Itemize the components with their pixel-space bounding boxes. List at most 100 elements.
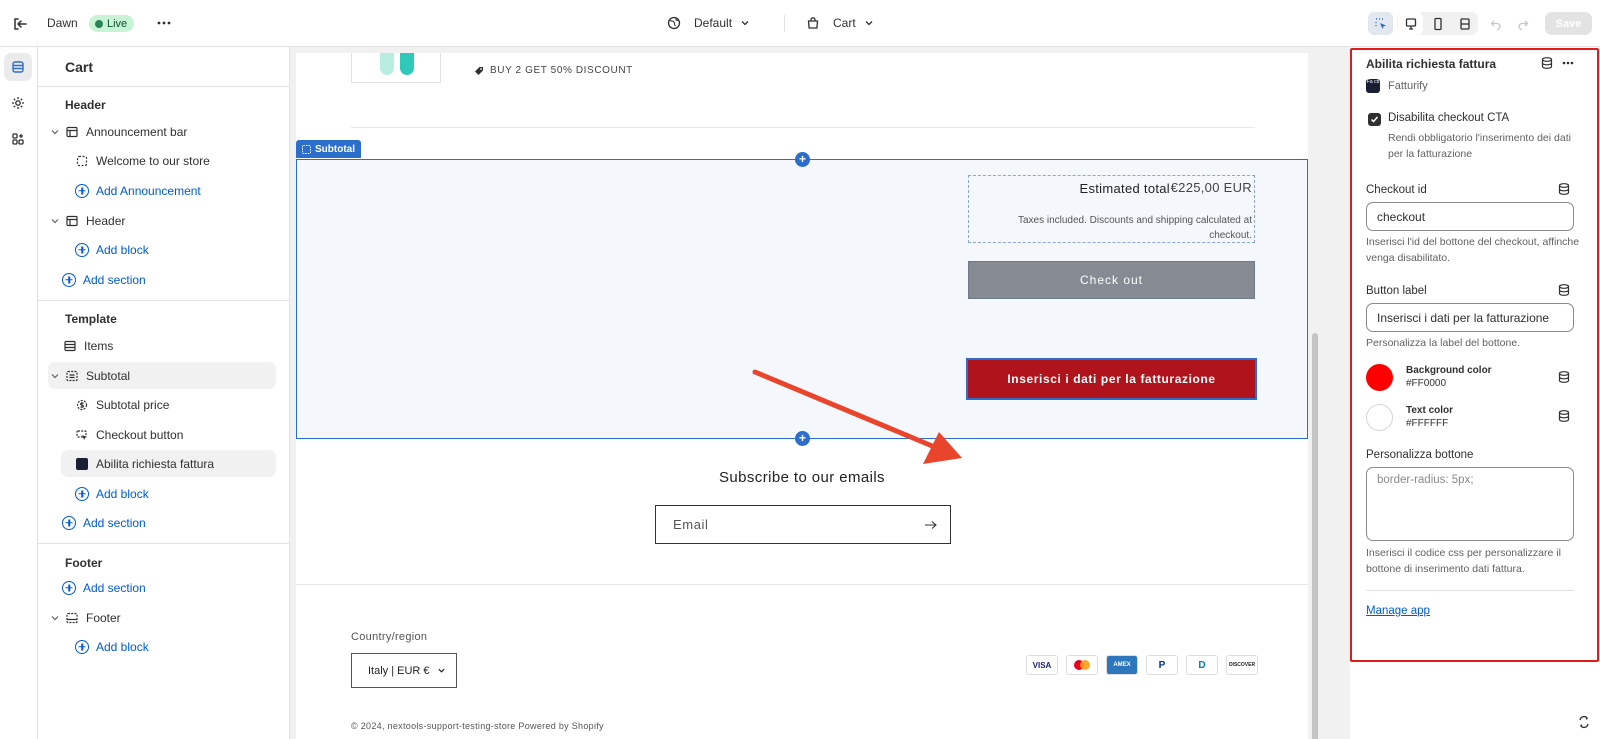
- dynamic-source-icon[interactable]: [1557, 370, 1571, 384]
- chevron-down-icon: [741, 21, 749, 26]
- exit-icon[interactable]: [10, 14, 30, 34]
- live-badge: Live: [89, 15, 135, 32]
- chevron-down-icon[interactable]: [48, 613, 62, 623]
- more-actions-icon[interactable]: [1561, 56, 1575, 70]
- subtotal-section[interactable]: Estimated total €225,00 EUR Taxes includ…: [296, 159, 1308, 464]
- footer-section-icon: [64, 610, 80, 626]
- divider: [296, 584, 1308, 585]
- section-announcement-bar[interactable]: Announcement bar: [48, 118, 276, 145]
- bag-icon: [807, 17, 819, 29]
- add-section-button[interactable]: Add section: [61, 574, 276, 601]
- manage-app-link[interactable]: Manage app: [1366, 605, 1430, 617]
- redo-icon[interactable]: [1510, 12, 1535, 35]
- scrollbar-thumb[interactable]: [1312, 333, 1318, 739]
- divider: [351, 127, 1255, 128]
- checkmark-icon: [1370, 116, 1379, 123]
- discount-label: BUY 2 GET 50% DISCOUNT: [474, 65, 633, 76]
- sections-sidebar: Cart Header Announcement bar Welcome to …: [38, 47, 290, 739]
- section-tag-subtotal[interactable]: Subtotal: [296, 140, 361, 158]
- ai-assist-icon[interactable]: [1576, 714, 1592, 730]
- section-footer[interactable]: Footer: [48, 604, 276, 631]
- sidebar-title: Cart: [65, 59, 94, 75]
- block-welcome[interactable]: Welcome to our store: [74, 147, 276, 174]
- desktop-icon[interactable]: [1398, 12, 1423, 35]
- chevron-down-icon[interactable]: [48, 216, 62, 226]
- section-header[interactable]: Header: [48, 207, 276, 234]
- checkout-id-help: Inserisci l'id del bottone del checkout,…: [1366, 236, 1580, 264]
- chevron-down-icon[interactable]: [48, 127, 62, 137]
- section-items[interactable]: Items: [62, 332, 276, 359]
- section-icon: [302, 144, 311, 154]
- settings-gear-icon[interactable]: [4, 89, 32, 117]
- add-section-dot-icon[interactable]: +: [795, 431, 810, 446]
- custom-css-label: Personalizza bottone: [1366, 449, 1474, 461]
- view-mode-selector[interactable]: Default: [667, 13, 750, 33]
- save-button[interactable]: Save: [1545, 12, 1592, 35]
- plus-circle-icon: [75, 639, 89, 654]
- settings-divider: [1366, 590, 1574, 591]
- product-image[interactable]: [351, 53, 441, 83]
- country-select[interactable]: Italy | EUR €: [351, 653, 457, 688]
- group-footer-label: Footer: [65, 556, 103, 570]
- dynamic-source-icon[interactable]: [1557, 182, 1571, 196]
- subscribe-title: Subscribe to our emails: [719, 469, 885, 486]
- discover-icon: DISCOVER: [1226, 655, 1258, 675]
- custom-css-help: Inserisci il codice css per personalizza…: [1366, 547, 1561, 575]
- mastercard-icon: [1066, 655, 1098, 675]
- inspector-icon[interactable]: [1368, 12, 1393, 35]
- estimated-total-label: Estimated total: [1079, 181, 1170, 196]
- top-bar: Dawn Live Default Cart Save: [0, 0, 1600, 47]
- estimated-total-value: €225,00 EUR: [1170, 180, 1252, 195]
- paypal-icon: P: [1146, 655, 1178, 675]
- block-subtotal-price[interactable]: Subtotal price: [74, 391, 276, 418]
- apps-icon[interactable]: [4, 125, 32, 153]
- custom-css-textarea[interactable]: border-radius: 5px;: [1366, 467, 1574, 541]
- checkout-id-label: Checkout id: [1366, 184, 1427, 196]
- store-preview: BUY 2 GET 50% DISCOUNT Subtotal Estimate…: [290, 47, 1332, 739]
- dynamic-source-icon[interactable]: [1557, 409, 1571, 423]
- payment-icons: VISA AMEX P D DISCOVER: [1026, 655, 1258, 675]
- add-block-button[interactable]: Add block: [74, 480, 276, 507]
- checkout-id-input[interactable]: checkout: [1366, 202, 1574, 231]
- dynamic-source-icon[interactable]: [1540, 56, 1554, 70]
- section-subtotal[interactable]: Subtotal: [48, 362, 276, 389]
- theme-name: Dawn: [47, 16, 78, 30]
- add-announcement-button[interactable]: Add Announcement: [74, 177, 276, 204]
- preview-scrollbar[interactable]: [1309, 53, 1321, 739]
- totals-block[interactable]: Estimated total €225,00 EUR Taxes includ…: [968, 175, 1255, 243]
- text-color-swatch[interactable]: [1366, 404, 1393, 431]
- device-switcher: [1397, 12, 1478, 35]
- annotation-arrow: [752, 369, 962, 464]
- layout-section-icon: [64, 213, 80, 229]
- button-label-input[interactable]: Inserisci i dati per la fatturazione: [1366, 303, 1574, 332]
- undo-icon[interactable]: [1483, 12, 1508, 35]
- app-name: Fatturify: [1388, 80, 1428, 92]
- mobile-icon[interactable]: [1425, 12, 1450, 35]
- add-section-button[interactable]: Add section: [61, 509, 276, 536]
- sidebar-divider: [38, 86, 290, 87]
- template-selector[interactable]: Cart: [806, 13, 874, 33]
- text-color-label: Text color: [1406, 405, 1454, 416]
- chevron-down-icon[interactable]: [48, 371, 62, 381]
- disable-checkout-checkbox[interactable]: [1368, 113, 1381, 126]
- add-section-button[interactable]: Add section: [61, 266, 276, 293]
- add-block-button[interactable]: Add block: [74, 236, 276, 263]
- sidebar-divider: [38, 543, 290, 544]
- block-checkout-button[interactable]: Checkout button: [74, 421, 276, 448]
- more-actions-icon[interactable]: [155, 14, 173, 32]
- toolbar-tools: [1368, 12, 1393, 35]
- checkout-button[interactable]: Check out: [968, 261, 1255, 299]
- fatturify-app-icon: [74, 456, 90, 472]
- invoice-button[interactable]: Inserisci i dati per la fatturazione: [966, 358, 1257, 400]
- plus-circle-icon: [62, 515, 76, 530]
- add-block-button[interactable]: Add block: [74, 633, 276, 660]
- add-section-dot-icon[interactable]: +: [795, 152, 810, 167]
- block-invoice-request[interactable]: Abilita richiesta fattura: [61, 450, 276, 477]
- fullscreen-icon[interactable]: [1452, 12, 1477, 35]
- sections-icon[interactable]: [4, 53, 32, 81]
- dynamic-source-icon[interactable]: [1557, 283, 1571, 297]
- background-color-swatch[interactable]: [1366, 364, 1393, 391]
- visa-icon: VISA: [1026, 655, 1058, 675]
- email-input[interactable]: Email: [655, 505, 951, 544]
- taxes-note: Taxes included. Discounts and shipping c…: [1017, 215, 1252, 241]
